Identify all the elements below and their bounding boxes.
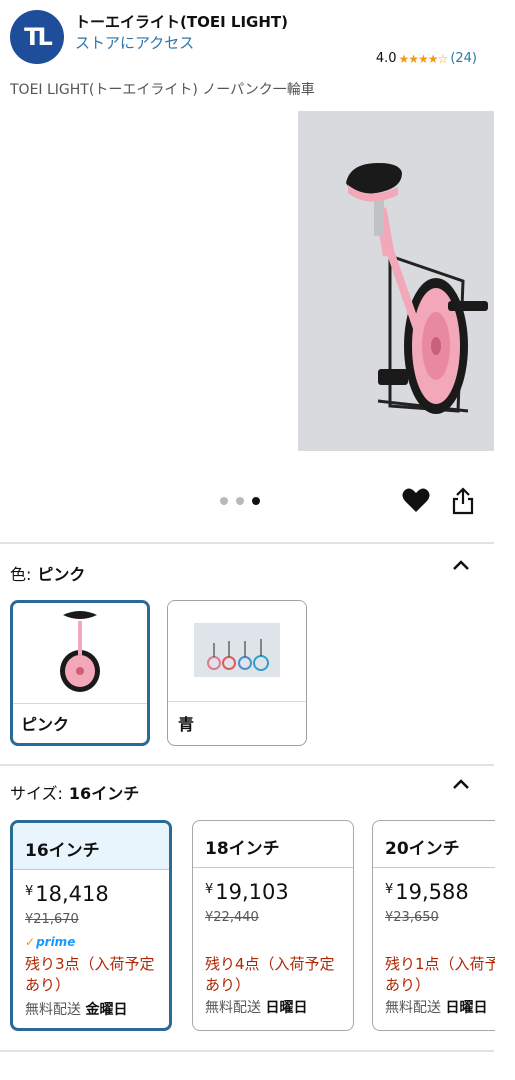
size-card-header: 20インチ — [373, 821, 495, 868]
product-image[interactable] — [298, 111, 494, 451]
prime-label: prime — [36, 935, 76, 949]
size-price: ¥19,103 — [205, 880, 289, 904]
list-price: ¥22,440 — [205, 910, 259, 925]
rating-value: 4.0 — [375, 51, 397, 66]
color-option-pink[interactable]: ピンク — [10, 600, 150, 746]
section-divider — [0, 1050, 494, 1052]
carousel-dot-2[interactable] — [236, 497, 244, 505]
color-selected-value: ピンク — [37, 565, 86, 584]
swatch-separator — [13, 703, 147, 704]
prime-check-icon: ✓ — [25, 935, 36, 949]
size-selected-value: 16インチ — [68, 784, 140, 803]
color-label: 色: — [10, 565, 32, 584]
rating-count[interactable]: (24) — [450, 51, 477, 66]
delivery-info: 無料配送 日曜日 — [205, 997, 307, 1017]
size-name: 20インチ — [385, 839, 460, 859]
price-value: 19,588 — [395, 880, 469, 904]
color-option-blue[interactable]: 青 — [167, 600, 307, 746]
swatch-separator — [168, 701, 306, 702]
size-label: サイズ: — [10, 784, 63, 803]
currency-symbol: ¥ — [205, 882, 214, 897]
size-selector-label: サイズ: 16インチ — [10, 780, 139, 804]
store-logo[interactable]: TL — [10, 10, 64, 64]
size-option-18[interactable]: 18インチ ¥19,103 ¥22,440 残り4点（入荷予定あり） 無料配送 … — [192, 820, 354, 1031]
currency-symbol: ¥ — [25, 884, 34, 899]
delivery-prefix: 無料配送 — [25, 1002, 81, 1018]
size-card-header: 18インチ — [193, 821, 353, 868]
size-option-20[interactable]: 20インチ ¥19,588 ¥23,650 残り1点（入荷予定あり） 無料配送 … — [372, 820, 495, 1031]
store-logo-text: TL — [24, 23, 53, 51]
product-title: TOEI LIGHT(トーエイライト) ノーパンク一輪車 — [10, 82, 315, 98]
size-option-16[interactable]: 16インチ ¥18,418 ¥21,670 ✓prime 残り3点（入荷予定あり… — [10, 820, 172, 1031]
prime-badge: ✓prime — [25, 935, 75, 949]
size-name: 18インチ — [205, 839, 280, 859]
visit-store-link[interactable]: ストアにアクセス — [75, 32, 194, 53]
pink-unicycle-image — [298, 111, 494, 451]
chevron-up-icon[interactable] — [450, 777, 472, 791]
color-selector-label: 色: ピンク — [10, 561, 85, 585]
price-value: 19,103 — [215, 880, 289, 904]
list-price: ¥21,670 — [25, 912, 79, 927]
delivery-day: 金曜日 — [85, 1002, 128, 1018]
carousel-dot-1[interactable] — [220, 497, 228, 505]
currency-symbol: ¥ — [385, 882, 394, 897]
price-value: 18,418 — [35, 882, 109, 906]
store-name[interactable]: トーエイライト(TOEI LIGHT) — [75, 11, 288, 32]
color-option-label: 青 — [178, 715, 195, 734]
list-price: ¥23,650 — [385, 910, 439, 925]
chevron-up-icon[interactable] — [450, 558, 472, 572]
delivery-info: 無料配送 日曜日 — [385, 997, 487, 1017]
stock-status: 残り3点（入荷予定あり） — [25, 955, 155, 994]
heart-icon[interactable] — [402, 487, 430, 513]
size-card-header: 16インチ — [13, 823, 169, 870]
color-option-label: ピンク — [21, 715, 70, 734]
delivery-day: 日曜日 — [265, 1000, 308, 1016]
size-name: 16インチ — [25, 841, 100, 861]
stock-status: 残り1点（入荷予定あり） — [385, 955, 495, 994]
delivery-info: 無料配送 金曜日 — [25, 999, 127, 1019]
store-header: TL トーエイライト(TOEI LIGHT) ストアにアクセス 4.0 ★★★★… — [0, 0, 515, 70]
rating-summary[interactable]: 4.0 ★★★★☆ (24) — [376, 51, 477, 66]
delivery-prefix: 無料配送 — [385, 1000, 441, 1016]
star-rating-icon: ★★★★☆ — [398, 51, 449, 66]
share-icon[interactable] — [452, 487, 474, 515]
section-divider — [0, 764, 494, 766]
delivery-day: 日曜日 — [445, 1000, 488, 1016]
section-divider — [0, 542, 494, 544]
delivery-prefix: 無料配送 — [205, 1000, 261, 1016]
size-price: ¥19,588 — [385, 880, 469, 904]
size-price: ¥18,418 — [25, 882, 109, 906]
blue-unicycle-thumbnail — [168, 601, 306, 701]
pink-unicycle-thumbnail — [13, 603, 147, 703]
stock-status: 残り4点（入荷予定あり） — [205, 955, 335, 994]
carousel-dot-3[interactable] — [252, 497, 260, 505]
image-carousel-dots[interactable] — [220, 497, 260, 505]
